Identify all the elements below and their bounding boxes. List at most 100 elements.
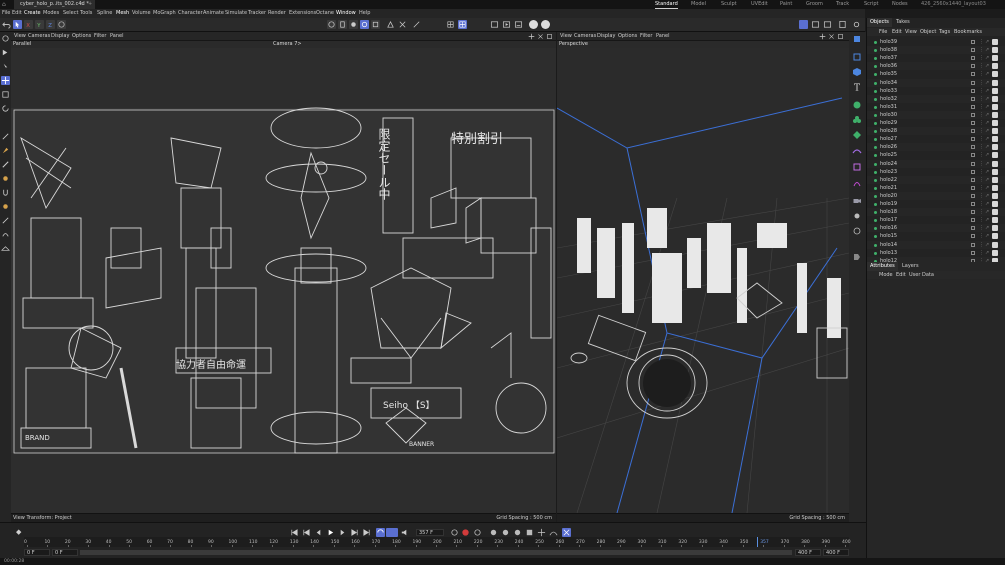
object-xref-icon[interactable]: ↗ bbox=[985, 80, 989, 85]
object-row[interactable]: holo36 ⋮ ↗ bbox=[867, 62, 1005, 71]
object-render-toggle-icon[interactable]: ⋮ bbox=[979, 40, 984, 45]
object-xref-icon[interactable]: ↗ bbox=[985, 88, 989, 93]
camera-navigation-icon[interactable] bbox=[1, 34, 10, 43]
zoom-icon[interactable] bbox=[828, 33, 835, 40]
timeline-ruler[interactable] bbox=[24, 537, 849, 547]
viewport-menu-filter[interactable]: Filter bbox=[640, 32, 652, 41]
menu-window[interactable]: Window bbox=[336, 9, 356, 18]
play-mode-icon[interactable] bbox=[386, 528, 398, 537]
layout-tab-track[interactable]: Track bbox=[836, 0, 849, 9]
object-name[interactable]: holo20 bbox=[880, 192, 897, 200]
spline-pen-icon[interactable] bbox=[852, 178, 862, 188]
menu-create[interactable]: Create bbox=[24, 9, 41, 18]
autokey-icon[interactable] bbox=[461, 528, 470, 537]
object-name[interactable]: holo36 bbox=[880, 62, 897, 70]
material-tag-icon[interactable] bbox=[992, 79, 998, 86]
object-render-toggle-icon[interactable]: ⋮ bbox=[979, 48, 984, 53]
object-enable-checkbox[interactable] bbox=[971, 88, 975, 93]
sound-icon[interactable] bbox=[400, 528, 409, 537]
layout-tab-script[interactable]: Script bbox=[864, 0, 879, 9]
object-name[interactable]: holo34 bbox=[880, 79, 897, 87]
object-render-toggle-icon[interactable]: ⋮ bbox=[979, 169, 984, 174]
text-spline-icon[interactable]: T bbox=[852, 82, 862, 93]
object-row[interactable]: holo29 ⋮ ↗ bbox=[867, 119, 1005, 127]
object-render-toggle-icon[interactable]: ⋮ bbox=[979, 193, 984, 198]
viewport-menu-panel[interactable]: Panel bbox=[110, 32, 124, 41]
motion-path-icon[interactable] bbox=[549, 528, 558, 537]
viewport-menu-view[interactable]: View bbox=[560, 32, 572, 41]
menu-mograph[interactable]: MoGraph bbox=[153, 9, 176, 18]
rotate-tool-icon[interactable] bbox=[1, 104, 10, 113]
object-name[interactable]: holo23 bbox=[880, 168, 897, 176]
object-render-toggle-icon[interactable]: ⋮ bbox=[979, 153, 984, 158]
object-xref-icon[interactable]: ↗ bbox=[985, 185, 989, 190]
points-mode-icon[interactable] bbox=[360, 20, 369, 29]
select-tool-icon[interactable] bbox=[13, 20, 22, 29]
object-row[interactable]: holo39 ⋮ ↗ bbox=[867, 38, 1005, 46]
objects-menu-bookmarks[interactable]: Bookmarks bbox=[954, 28, 982, 36]
viewport-menu-display[interactable]: Display bbox=[51, 32, 69, 41]
object-name[interactable]: holo35 bbox=[880, 70, 897, 78]
material-tag-icon[interactable] bbox=[992, 39, 998, 45]
light-icon[interactable] bbox=[852, 211, 862, 221]
layout-tab-nodes[interactable]: Nodes bbox=[892, 0, 908, 9]
octane-live-viewer-icon[interactable] bbox=[541, 20, 550, 29]
object-row[interactable]: holo21 ⋮ ↗ bbox=[867, 184, 1005, 192]
mograph-cloner-icon[interactable] bbox=[852, 115, 862, 125]
object-enable-checkbox[interactable] bbox=[971, 177, 975, 182]
object-row[interactable]: holo17 ⋮ ↗ bbox=[867, 216, 1005, 224]
object-xref-icon[interactable]: ↗ bbox=[985, 218, 989, 223]
menu-character[interactable]: Character bbox=[178, 9, 203, 18]
object-render-toggle-icon[interactable]: ⋮ bbox=[979, 161, 984, 166]
object-xref-icon[interactable]: ↗ bbox=[985, 48, 989, 53]
object-xref-icon[interactable]: ↗ bbox=[985, 202, 989, 207]
effector-icon[interactable] bbox=[852, 130, 862, 140]
rotation-key-icon[interactable] bbox=[513, 528, 522, 537]
environment-icon[interactable] bbox=[852, 226, 862, 236]
grid-snap-icon[interactable] bbox=[458, 20, 467, 29]
object-name[interactable]: holo16 bbox=[880, 224, 897, 232]
object-name[interactable]: holo14 bbox=[880, 241, 897, 249]
field-icon[interactable] bbox=[852, 162, 862, 172]
object-enable-checkbox[interactable] bbox=[971, 56, 975, 61]
next-key-icon[interactable] bbox=[350, 528, 359, 537]
object-enable-checkbox[interactable] bbox=[971, 202, 975, 206]
play-icon[interactable] bbox=[326, 528, 335, 537]
scale-key-icon[interactable] bbox=[501, 528, 510, 537]
axis-mode-icon[interactable] bbox=[412, 20, 421, 29]
pan-icon[interactable] bbox=[528, 33, 535, 40]
menu-tracker[interactable]: Tracker bbox=[248, 9, 266, 18]
material-tag-icon[interactable] bbox=[992, 168, 998, 175]
viewport-menu-options[interactable]: Options bbox=[72, 32, 91, 41]
material-tag-icon[interactable] bbox=[992, 87, 998, 94]
object-name[interactable]: holo39 bbox=[880, 38, 897, 46]
go-to-end-icon[interactable] bbox=[362, 528, 371, 537]
object-name[interactable]: holo37 bbox=[880, 54, 897, 62]
start-frame-field[interactable]: 0 F bbox=[24, 549, 50, 556]
pen-tool-icon[interactable] bbox=[1, 146, 10, 155]
home-icon[interactable]: ⌂ bbox=[2, 1, 10, 8]
edges-mode-icon[interactable] bbox=[371, 20, 380, 29]
object-render-toggle-icon[interactable]: ⋮ bbox=[979, 129, 984, 134]
preview-end-field[interactable]: 400 F bbox=[795, 549, 821, 556]
object-render-toggle-icon[interactable]: ⋮ bbox=[979, 145, 984, 150]
object-xref-icon[interactable]: ↗ bbox=[985, 64, 989, 69]
viewport-menu-options[interactable]: Options bbox=[618, 32, 637, 41]
object-render-toggle-icon[interactable]: ⋮ bbox=[979, 80, 984, 85]
loop-icon[interactable] bbox=[376, 528, 385, 537]
keyframe-diamond-icon[interactable]: ◆ bbox=[16, 528, 24, 536]
layout-tab-groom[interactable]: Groom bbox=[806, 0, 823, 9]
object-enable-checkbox[interactable] bbox=[971, 96, 975, 101]
object-xref-icon[interactable]: ↗ bbox=[985, 56, 989, 61]
material-tag-icon[interactable] bbox=[992, 176, 998, 183]
uv-mode-icon[interactable] bbox=[398, 20, 407, 29]
object-render-toggle-icon[interactable]: ⋮ bbox=[979, 88, 984, 93]
object-row[interactable]: holo37 ⋮ ↗ bbox=[867, 54, 1005, 62]
workplane-icon[interactable] bbox=[1, 244, 10, 253]
object-row[interactable]: holo33 ⋮ ↗ bbox=[867, 87, 1005, 95]
object-xref-icon[interactable]: ↗ bbox=[985, 96, 989, 101]
render-view-icon[interactable] bbox=[502, 20, 511, 29]
viewport-menu-filter[interactable]: Filter bbox=[94, 32, 106, 41]
object-name[interactable]: holo30 bbox=[880, 111, 897, 119]
viewport-perspective[interactable]: View Cameras Display Options Filter Pane… bbox=[557, 32, 849, 522]
